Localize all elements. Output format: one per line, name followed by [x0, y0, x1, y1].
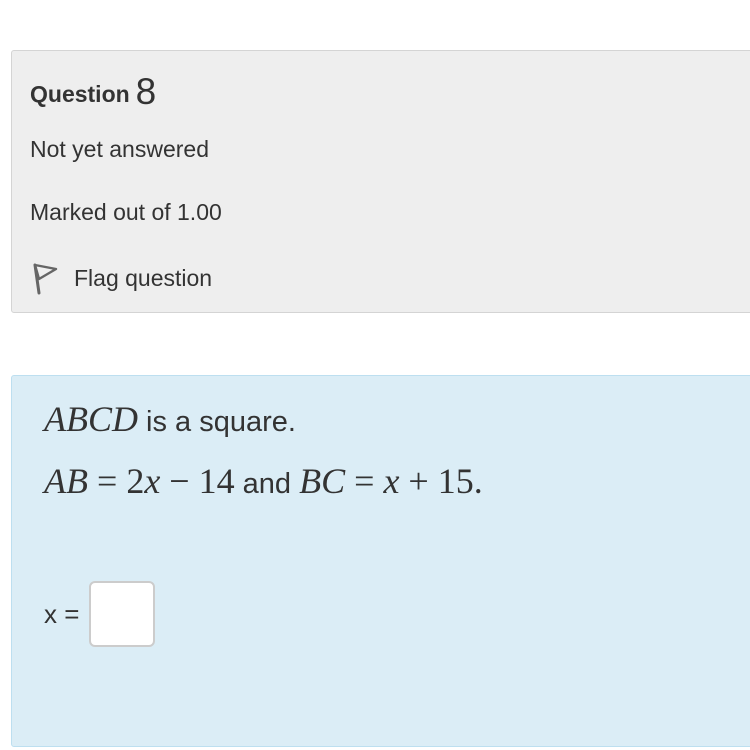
- math-bc-equation: BC = x + 15.: [299, 461, 483, 501]
- math-abcd: ABCD: [44, 399, 138, 439]
- answer-input[interactable]: [89, 581, 156, 647]
- question-content-panel: ABCD is a square. AB = 2x − 14 and BC = …: [11, 375, 750, 747]
- question-grade: Marked out of 1.00: [30, 199, 222, 225]
- question-info-panel: Question 8 Not yet answered Marked out of…: [11, 50, 750, 313]
- question-heading: Question 8: [30, 69, 157, 112]
- flag-question-label: Flag question: [74, 264, 213, 291]
- line2-and: and: [234, 468, 300, 500]
- question-text-line-2: AB = 2x − 14 and BC = x + 15.: [44, 460, 483, 502]
- flag-icon: [30, 261, 60, 295]
- question-number: 8: [135, 71, 157, 112]
- question-state: Not yet answered: [30, 136, 209, 162]
- question-text-line-1: ABCD is a square.: [44, 398, 296, 440]
- flag-question-link[interactable]: Flag question: [30, 261, 212, 295]
- answer-row: x =: [44, 581, 156, 647]
- answer-label: x =: [44, 598, 80, 629]
- question-label: Question: [30, 81, 130, 107]
- math-ab-equation: AB = 2x − 14: [44, 461, 235, 501]
- line1-text: is a square.: [138, 406, 296, 438]
